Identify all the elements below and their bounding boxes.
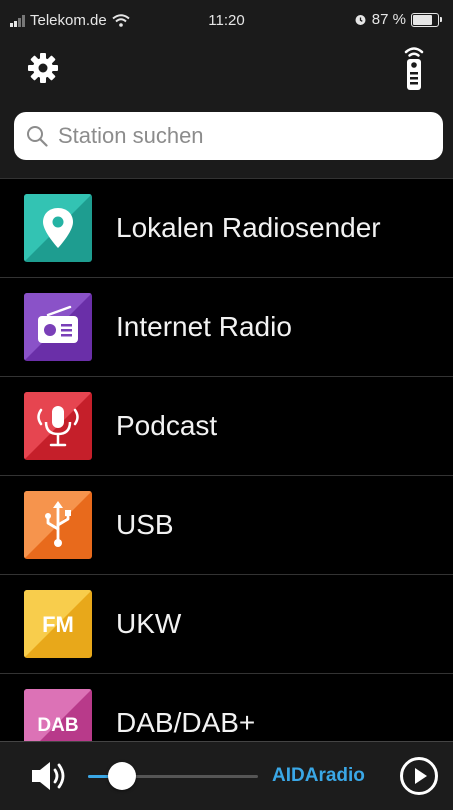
list-item-usb[interactable]: USB xyxy=(0,476,453,575)
play-icon[interactable] xyxy=(399,756,439,796)
list-item-ukw[interactable]: FM UKW xyxy=(0,575,453,674)
source-list: Lokalen Radiosender Internet Radio Podca… xyxy=(0,179,453,741)
volume-slider-handle[interactable] xyxy=(108,762,136,790)
list-item-label: UKW xyxy=(116,608,182,639)
status-bar: Telekom.de 11:20 87 % xyxy=(0,0,453,40)
list-item-label: USB xyxy=(116,509,174,540)
search-bar xyxy=(0,96,453,179)
remote-control-icon[interactable] xyxy=(397,44,431,92)
list-item-local-radio[interactable]: Lokalen Radiosender xyxy=(0,179,453,278)
status-right: 87 % xyxy=(354,11,442,28)
dab-icon-text: DAB xyxy=(37,715,78,736)
brand-label: AIDAradio xyxy=(272,765,365,786)
radio-icon xyxy=(24,293,92,361)
fm-icon-text: FM xyxy=(42,612,74,637)
search-input[interactable] xyxy=(14,112,443,160)
gear-icon[interactable] xyxy=(25,50,61,86)
list-item-dab[interactable]: DAB DAB/DAB+ xyxy=(0,674,453,741)
microphone-icon xyxy=(24,392,92,460)
toolbar xyxy=(0,40,453,96)
dab-icon: DAB xyxy=(24,689,92,741)
search-icon xyxy=(27,126,48,147)
fm-icon: FM xyxy=(24,590,92,658)
battery-icon xyxy=(411,12,442,27)
battery-percent: 87 % xyxy=(371,11,406,28)
location-pin-icon xyxy=(24,194,92,262)
list-item-podcast[interactable]: Podcast xyxy=(0,377,453,476)
usb-icon xyxy=(24,491,92,559)
list-item-label: DAB/DAB+ xyxy=(116,707,256,738)
speaker-icon[interactable] xyxy=(28,758,70,794)
list-item-label: Podcast xyxy=(116,410,218,441)
list-item-label: Internet Radio xyxy=(116,311,292,342)
player-bar: AIDAradio xyxy=(0,741,453,810)
list-item-internet-radio[interactable]: Internet Radio xyxy=(0,278,453,377)
alarm-icon xyxy=(355,15,366,25)
list-item-label: Lokalen Radiosender xyxy=(116,212,381,243)
